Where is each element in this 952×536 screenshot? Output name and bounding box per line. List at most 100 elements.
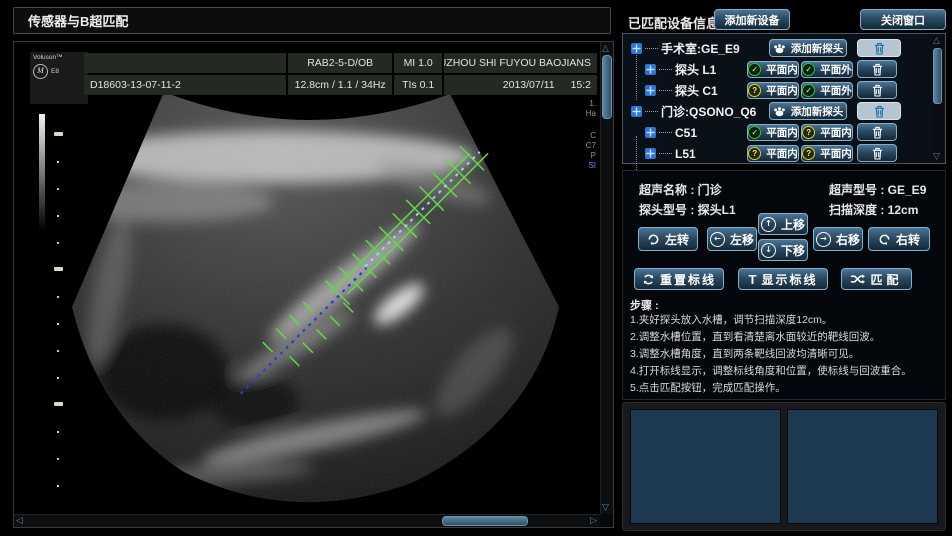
tree-branch-line — [659, 69, 672, 70]
match-control-panel: 超声名称 : 门诊 超声型号 : GE_E9 探头型号 : 探头L1 扫描深度 … — [622, 170, 946, 400]
move-up-button[interactable]: ↑ 上移 — [758, 213, 808, 235]
scroll-up-icon[interactable]: △ — [602, 44, 609, 53]
rotate-left-icon — [647, 233, 660, 246]
plane-in-button[interactable]: ? 平面内 — [747, 145, 799, 162]
show-line-button[interactable]: T 显示标线 — [738, 268, 828, 290]
tree-scroll-thumb[interactable] — [933, 48, 942, 104]
horizontal-scroll-thumb[interactable] — [442, 516, 528, 526]
arrow-up-icon: ↑ — [761, 217, 776, 232]
scrollbar-corner — [600, 514, 613, 527]
tree-branch-line — [659, 153, 672, 154]
tree-row-device: 门诊:QSONO_Q6 添加新探头 — [623, 101, 931, 122]
plane-in-button[interactable]: ✓ 平面内 — [747, 61, 799, 78]
tree-node-icon[interactable] — [645, 85, 656, 96]
probe-model-field: 探头型号 : 探头L1 — [639, 201, 736, 218]
scan-depth-field: 扫描深度 : 12cm — [829, 201, 918, 218]
question-icon: ? — [748, 147, 761, 160]
vertical-scroll-thumb[interactable] — [602, 55, 612, 119]
tree-scrollbar[interactable]: △ ▽ — [932, 36, 943, 161]
check-icon: ✓ — [748, 126, 761, 139]
trash-icon — [872, 63, 883, 76]
question-icon: ? — [802, 147, 815, 160]
close-window-button[interactable]: 关闭窗口 — [860, 9, 946, 30]
tis-cell: TIs 0.1 — [394, 75, 442, 95]
crosshair-icon: T — [749, 272, 757, 287]
delete-device-button[interactable] — [857, 39, 901, 57]
check-icon: ✓ — [748, 63, 761, 76]
reset-line-button[interactable]: 重置标线 — [634, 268, 724, 290]
trash-icon — [874, 105, 885, 118]
plane-in-button[interactable]: ? 平面内 — [747, 82, 799, 99]
preview-box-left — [630, 409, 781, 524]
add-device-button[interactable]: 添加新设备 — [714, 9, 790, 30]
plane-out-button[interactable]: ✓ 平面外 — [801, 61, 853, 78]
side-label: SI — [588, 161, 596, 170]
move-down-button[interactable]: ↓ 下移 — [758, 239, 808, 261]
window-title-bar: 传感器与B超匹配 — [13, 7, 611, 34]
depth-scale — [39, 114, 63, 512]
side-label: C7 — [586, 141, 596, 150]
rotate-left-button[interactable]: 左转 — [638, 227, 698, 251]
step-item: 3.调整水槽角度，直到两条靶线回波均清晰可见。 — [630, 346, 939, 363]
side-label: P — [591, 151, 596, 160]
tree-node-icon[interactable] — [631, 43, 642, 54]
delete-probe-button[interactable] — [857, 144, 897, 162]
move-left-button[interactable]: ← 左移 — [707, 227, 757, 251]
delete-device-button[interactable] — [857, 102, 901, 120]
add-probe-button[interactable]: 添加新探头 — [769, 39, 847, 57]
plane-in-button[interactable]: ? 平面内 — [801, 124, 853, 141]
arrow-right-icon: → — [816, 232, 831, 247]
steps-title: 步骤 : — [630, 297, 659, 313]
tree-branch-line — [645, 48, 658, 49]
rotate-right-button[interactable]: 右转 — [868, 227, 930, 251]
ultrasound-name-field: 超声名称 : 门诊 — [639, 181, 722, 198]
side-label: Ha — [586, 109, 596, 118]
scroll-down-icon[interactable]: ▽ — [933, 152, 940, 161]
check-icon: ✓ — [802, 63, 815, 76]
preview-box-right — [787, 409, 938, 524]
machine-logo: Voluson™ M E8 — [30, 52, 88, 104]
probe-name: C51 — [675, 126, 697, 140]
match-button[interactable]: 匹配 — [841, 268, 912, 290]
scroll-left-icon[interactable]: ◁ — [16, 516, 23, 525]
scroll-up-icon[interactable]: △ — [933, 36, 940, 45]
delete-probe-button[interactable] — [857, 123, 897, 141]
trash-icon — [872, 147, 883, 160]
arrow-left-icon: ← — [710, 232, 725, 247]
move-right-button[interactable]: → 右移 — [813, 227, 863, 251]
tree-row-probe: L51 ? 平面内 ? 平面内 — [623, 143, 931, 164]
hand-icon — [773, 43, 786, 54]
probe-name: 探头 L1 — [675, 61, 716, 78]
vertical-scrollbar[interactable]: △ ▽ — [600, 42, 613, 514]
step-item: 2.调整水槽位置，直到看清楚离水面较近的靶线回波。 — [630, 329, 939, 346]
plane-in-button[interactable]: ✓ 平面内 — [747, 124, 799, 141]
tree-node-icon[interactable] — [645, 64, 656, 75]
arrow-down-icon: ↓ — [761, 243, 776, 258]
check-icon: ✓ — [802, 84, 815, 97]
tree-node-icon[interactable] — [631, 106, 642, 117]
tree-row-probe: 探头 L1 ✓ 平面内 ✓ 平面外 — [623, 59, 931, 80]
device-panel-title: 已匹配设备信息 : — [628, 13, 727, 32]
tree-node-icon[interactable] — [645, 148, 656, 159]
ultrasound-image — [14, 42, 599, 513]
brand-label: Voluson™ — [33, 54, 85, 61]
delete-probe-button[interactable] — [857, 60, 897, 78]
depth-freq-cell: 12.8cm / 1.1 / 34Hz — [288, 75, 392, 95]
preview-panel — [622, 402, 946, 531]
time-label: 15:2 — [571, 79, 591, 91]
datetime-cell: 2013/07/11 15:2 — [444, 75, 597, 95]
tree-node-icon[interactable] — [645, 127, 656, 138]
delete-probe-button[interactable] — [857, 81, 897, 99]
add-probe-button[interactable]: 添加新探头 — [769, 102, 847, 120]
rotate-right-icon — [878, 233, 891, 246]
probe-name: L51 — [675, 147, 696, 161]
probe-model-cell: RAB2-5-D/OB — [288, 53, 392, 73]
hand-icon — [773, 106, 786, 117]
date-label: 2013/07/11 — [503, 79, 555, 91]
tree-row-probe: 探头 C1 ? 平面内 ✓ 平面外 — [623, 80, 931, 101]
plane-in-button[interactable]: ? 平面内 — [801, 145, 853, 162]
plane-out-button[interactable]: ✓ 平面外 — [801, 82, 853, 99]
horizontal-scrollbar[interactable]: ◁ ▷ — [14, 514, 600, 527]
scroll-down-icon[interactable]: ▽ — [602, 503, 609, 512]
scroll-right-icon[interactable]: ▷ — [590, 516, 597, 525]
